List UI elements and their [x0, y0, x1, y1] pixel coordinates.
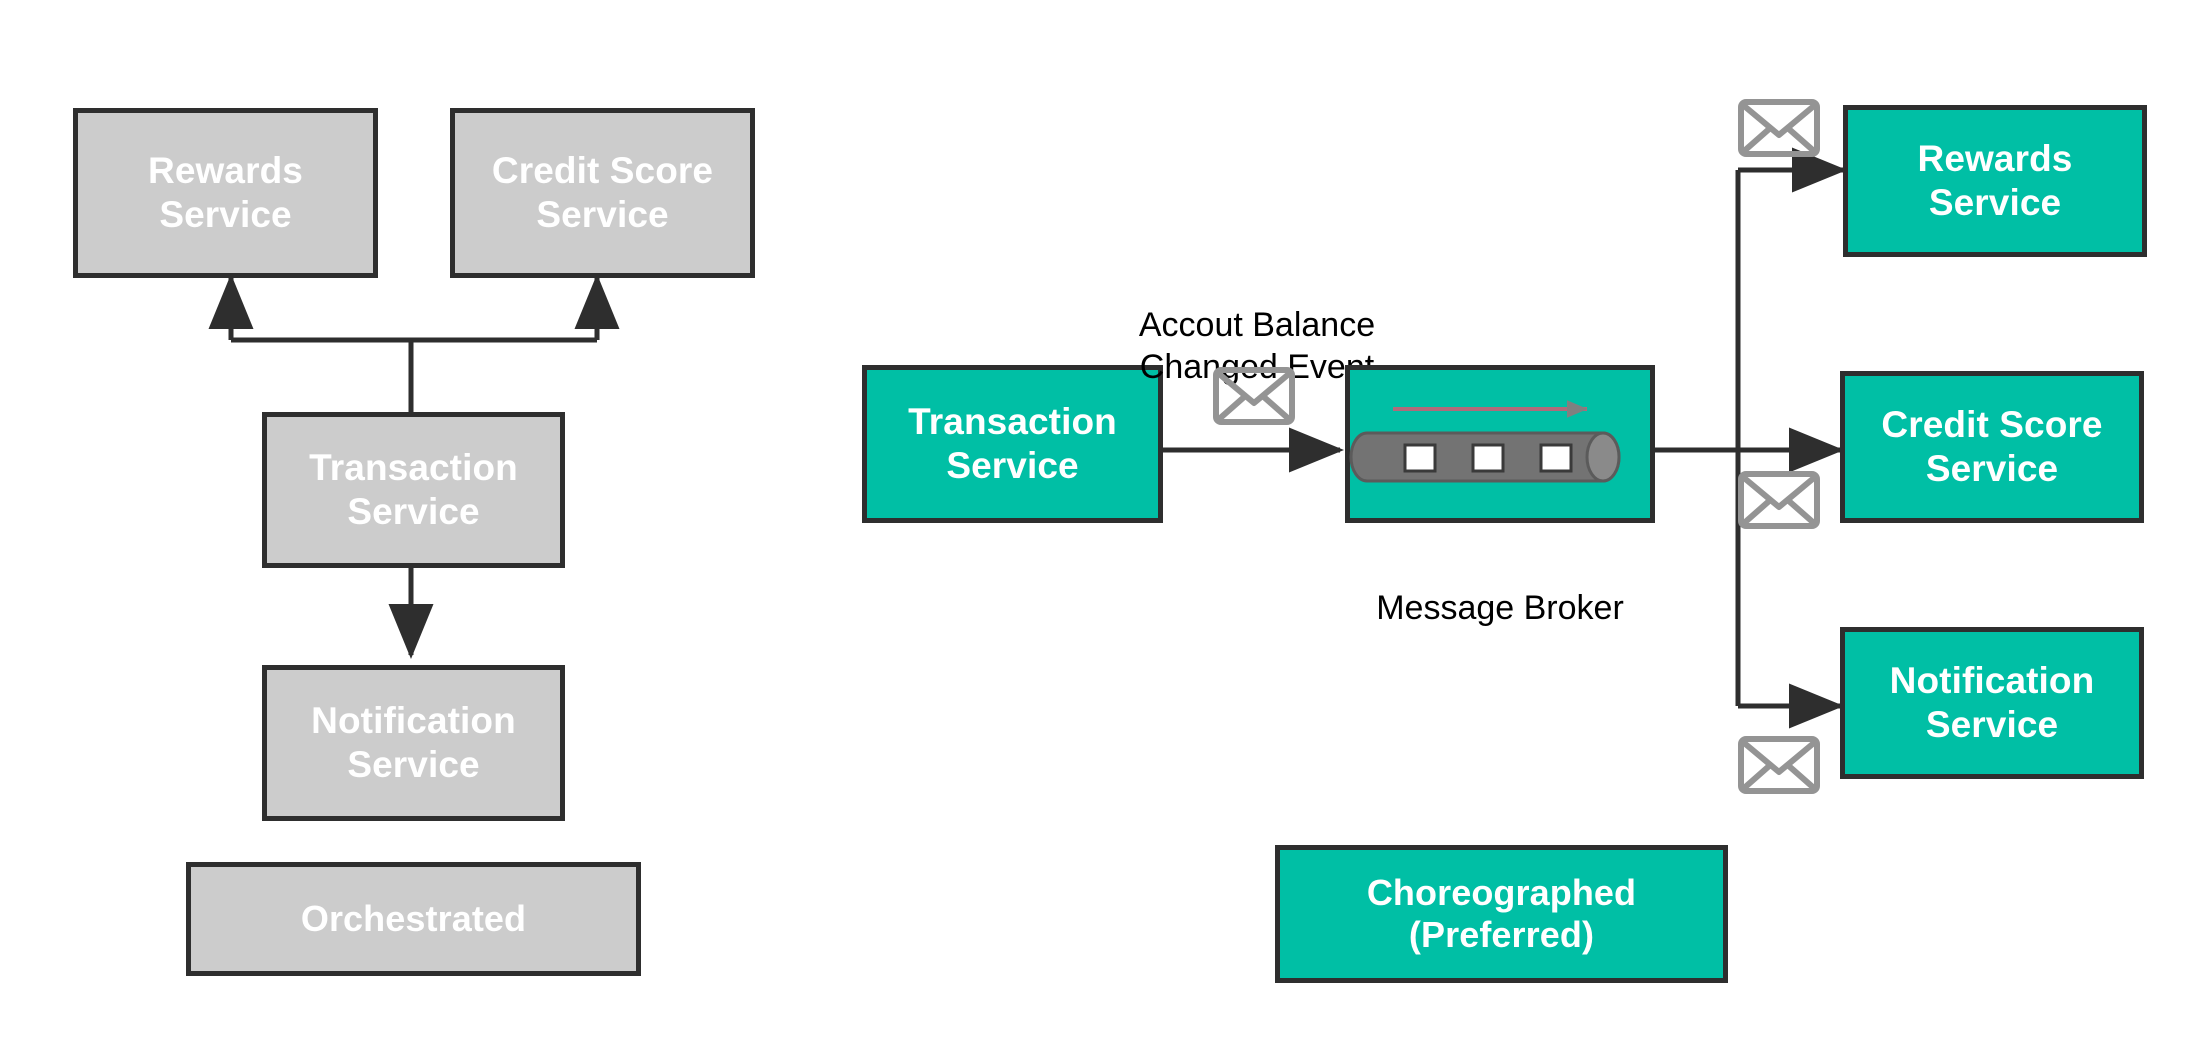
envelope-icon-event [1213, 367, 1295, 425]
message-broker-node[interactable] [1345, 365, 1655, 523]
left-notification-service-label: Notification Service [311, 700, 516, 785]
left-rewards-service-label: Rewards Service [148, 150, 303, 235]
left-credit-score-service-label: Credit Score Service [491, 150, 714, 235]
right-credit-score-service-node[interactable]: Credit Score Service [1840, 371, 2144, 523]
orchestrated-caption-label: Orchestrated [300, 897, 527, 939]
left-credit-score-service-node[interactable]: Credit Score Service [450, 108, 755, 278]
right-notification-service-label: Notification Service [1889, 660, 2095, 745]
left-transaction-service-label: Transaction Service [309, 447, 518, 532]
connector-left-transaction-to-split [231, 337, 597, 412]
left-rewards-service-node[interactable]: Rewards Service [73, 108, 378, 278]
connector-broker-to-trunk [1655, 170, 1741, 706]
right-notification-service-node[interactable]: Notification Service [1840, 627, 2144, 779]
envelope-icon-notification [1738, 736, 1820, 794]
orchestrated-caption-node[interactable]: Orchestrated [186, 862, 641, 976]
right-transaction-service-node[interactable]: Transaction Service [862, 365, 1163, 523]
choreographed-caption-label: Choreographed (Preferred) [1366, 871, 1637, 955]
envelope-icon-rewards [1738, 99, 1820, 157]
right-rewards-service-label: Rewards Service [1917, 138, 2073, 223]
right-credit-score-service-label: Credit Score Service [1881, 404, 2103, 489]
diagram-canvas: Rewards Service Credit Score Service Tra… [0, 0, 2211, 1052]
envelope-icon-credit-score [1738, 471, 1820, 529]
choreographed-caption-node[interactable]: Choreographed (Preferred) [1275, 845, 1728, 983]
left-transaction-service-node[interactable]: Transaction Service [262, 412, 565, 568]
left-notification-service-node[interactable]: Notification Service [262, 665, 565, 821]
message-broker-caption: Message Broker [1345, 545, 1655, 629]
right-rewards-service-node[interactable]: Rewards Service [1843, 105, 2147, 257]
message-broker-caption-label: Message Broker [1376, 589, 1624, 628]
right-transaction-service-label: Transaction Service [908, 401, 1117, 486]
